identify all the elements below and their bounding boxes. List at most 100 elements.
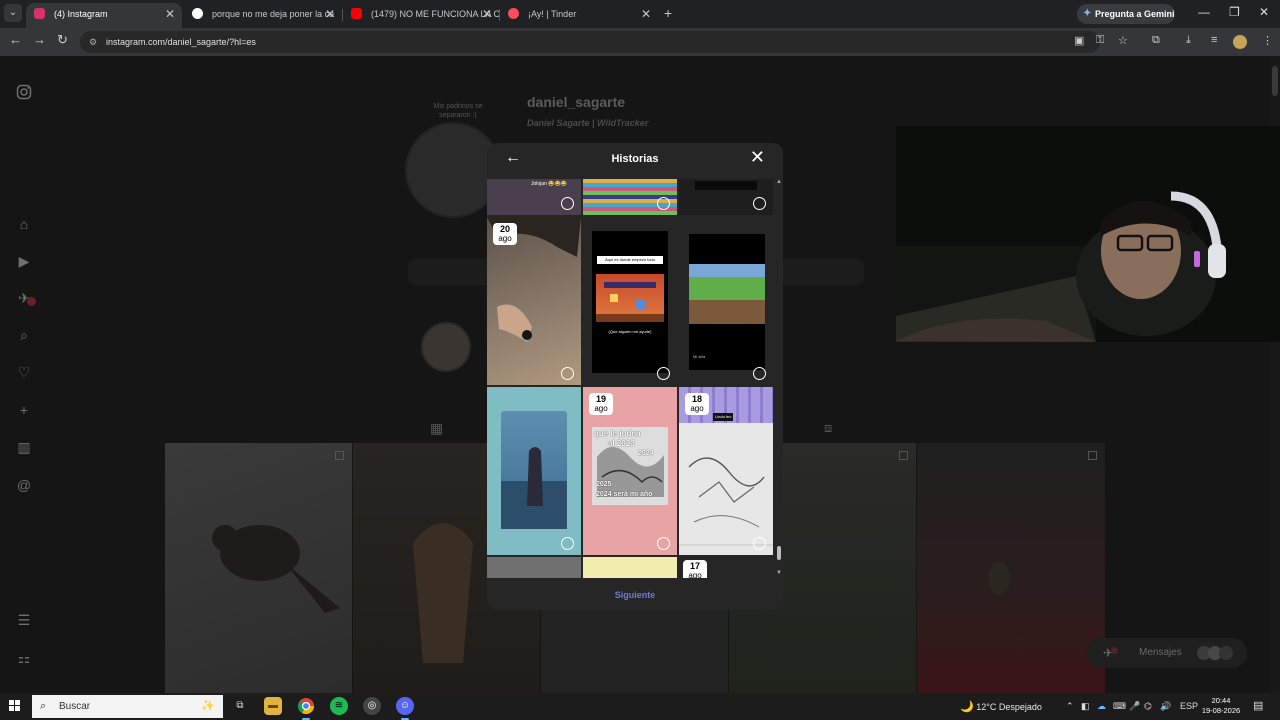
close-window-button[interactable]: ✕: [1259, 5, 1269, 19]
scroll-up-icon[interactable]: ▲: [776, 179, 782, 185]
taskbar-search-box[interactable]: ⌕ Buscar ✨: [32, 695, 223, 718]
story-thumbnail[interactable]: [583, 557, 677, 578]
reels-icon[interactable]: ▶: [16, 253, 32, 269]
select-checkbox[interactable]: [657, 197, 670, 210]
home-icon[interactable]: ⌂: [16, 216, 32, 232]
windows-start-icon[interactable]: [9, 700, 20, 714]
story-thumbnail[interactable]: 17 ago: [679, 557, 773, 578]
ask-gemini-button[interactable]: ✦ Pregunta a Gemini: [1077, 4, 1175, 24]
microphone-icon[interactable]: 🎤: [1129, 701, 1140, 712]
select-checkbox[interactable]: [753, 367, 766, 380]
story-collage-line-5: 2024 será mi año: [596, 491, 653, 498]
story-thumbnail[interactable]: Aquí es donde empezó todo (Que alguien m…: [583, 217, 677, 385]
story-sketch: [679, 457, 773, 546]
onedrive-icon[interactable]: ☁: [1097, 701, 1106, 712]
story-thumbnail[interactable]: Mi silla: [679, 217, 773, 385]
select-checkbox[interactable]: [753, 197, 766, 210]
file-explorer-icon[interactable]: ▬: [264, 697, 282, 715]
reload-icon[interactable]: ↻: [57, 32, 68, 48]
story-thumbnail[interactable]: [583, 179, 677, 215]
select-checkbox[interactable]: [753, 537, 766, 550]
instagram-logo-icon[interactable]: [16, 84, 32, 100]
scrollbar-thumb[interactable]: [1272, 66, 1278, 96]
story-thumbnail[interactable]: Jolojan 😂😂😂: [487, 179, 581, 215]
posts-grid-icon[interactable]: ▦: [430, 420, 443, 437]
avatar: [1219, 646, 1233, 660]
story-thumbnail[interactable]: 20 ago: [487, 217, 581, 385]
stories-scrollbar[interactable]: ▲ ▼: [776, 179, 783, 578]
threads-icon[interactable]: @: [16, 477, 32, 493]
carousel-icon: [899, 451, 908, 460]
story-top-text: Aquí es donde empezó todo: [597, 256, 663, 264]
minimize-window-button[interactable]: —: [1198, 5, 1210, 19]
search-icon[interactable]: ⌕: [16, 327, 32, 343]
story-photo: [501, 411, 567, 529]
taskbar-clock[interactable]: 20:44 19-08-2026: [1200, 696, 1242, 716]
post-thumbnail[interactable]: [165, 443, 352, 693]
story-thumbnail[interactable]: [487, 557, 581, 578]
post-thumbnail[interactable]: [917, 443, 1105, 693]
dashboard-icon[interactable]: ▥: [16, 439, 32, 455]
tab-instagram[interactable]: (4) Instagram ✕: [26, 3, 182, 28]
address-bar[interactable]: ⚙ instagram.com/daniel_sagarte/?hl=es: [80, 31, 1100, 53]
downloads-icon[interactable]: ⤓: [1186, 34, 1191, 47]
weather-widget[interactable]: 🌙 12°C Despejado: [960, 700, 1042, 713]
create-plus-icon[interactable]: +: [16, 402, 32, 418]
tab-search-menu-button[interactable]: ⌄: [4, 4, 22, 22]
tab-tinder[interactable]: ¡Ay! | Tinder ✕: [500, 3, 658, 28]
forward-icon[interactable]: →: [33, 32, 46, 47]
select-checkbox[interactable]: [561, 367, 574, 380]
spotify-icon[interactable]: ≋: [330, 697, 348, 715]
profile-avatar-icon[interactable]: [1233, 35, 1247, 49]
back-icon[interactable]: ←: [9, 32, 22, 47]
volume-icon[interactable]: 🔊: [1160, 701, 1171, 712]
close-tab-icon[interactable]: ✕: [641, 3, 651, 25]
tagged-icon[interactable]: ⧈: [824, 420, 832, 436]
close-icon[interactable]: ✕: [750, 147, 765, 168]
show-hidden-icons[interactable]: ⌃: [1066, 701, 1074, 712]
chrome-menu-icon[interactable]: ⋮: [1262, 34, 1273, 47]
bookmark-star-icon[interactable]: ☆: [1118, 34, 1128, 47]
extensions-icon[interactable]: ⧉: [1152, 34, 1160, 47]
url-text: instagram.com/daniel_sagarte/?hl=es: [106, 37, 256, 47]
select-checkbox[interactable]: [657, 367, 670, 380]
task-view-icon[interactable]: ⧉: [231, 697, 249, 715]
next-button[interactable]: Siguiente: [487, 590, 783, 600]
tray-app-icon[interactable]: ◧: [1081, 701, 1090, 712]
messages-floating-button[interactable]: ✈ Mensajes: [1087, 638, 1247, 668]
close-tab-icon[interactable]: ✕: [325, 3, 335, 25]
notifications-heart-icon[interactable]: ♡: [16, 364, 32, 380]
messages-label: Mensajes: [1139, 647, 1182, 658]
also-from-meta-icon[interactable]: ⚏: [16, 650, 32, 666]
password-key-icon[interactable]: ⚿: [1096, 34, 1104, 47]
story-thumbnail[interactable]: que le joden al 2023 2024 2025 2024 será…: [583, 387, 677, 555]
tab-google-search[interactable]: porque no me deja poner la ca ✕: [184, 3, 342, 28]
close-tab-icon[interactable]: ✕: [482, 3, 492, 25]
close-tab-icon[interactable]: ✕: [165, 3, 175, 25]
wifi-icon[interactable]: ⌬: [1144, 701, 1152, 712]
network-icon[interactable]: ⌨: [1113, 701, 1126, 712]
input-language[interactable]: ESP: [1180, 701, 1198, 711]
select-checkbox[interactable]: [657, 537, 670, 550]
maximize-window-button[interactable]: ❐: [1229, 5, 1240, 19]
select-checkbox[interactable]: [561, 197, 574, 210]
scroll-down-icon[interactable]: ▼: [776, 570, 782, 576]
scrollbar-thumb[interactable]: [777, 546, 781, 560]
select-checkbox[interactable]: [561, 537, 574, 550]
chrome-taskbar-icon[interactable]: [297, 697, 315, 720]
reading-list-icon[interactable]: ≡: [1211, 34, 1217, 46]
obs-icon[interactable]: ◎: [363, 697, 381, 715]
story-highlight[interactable]: [421, 322, 471, 372]
story-thumbnail[interactable]: [679, 179, 773, 215]
notifications-icon[interactable]: ▤: [1253, 699, 1263, 712]
story-thumbnail[interactable]: Lindo feo 18 ago: [679, 387, 773, 555]
more-menu-icon[interactable]: ☰: [16, 612, 32, 628]
story-date-month: ago: [498, 234, 512, 243]
discord-icon[interactable]: ☺: [396, 697, 414, 720]
new-tab-button[interactable]: +: [664, 5, 672, 21]
tab-youtube[interactable]: (1479) NO ME FUNCIONA LA C ✕: [343, 3, 499, 28]
install-app-icon[interactable]: ▣: [1074, 34, 1084, 47]
site-info-icon[interactable]: ⚙: [89, 31, 97, 53]
story-thumbnail[interactable]: [487, 387, 581, 555]
story-date: 20 ago: [493, 223, 517, 245]
